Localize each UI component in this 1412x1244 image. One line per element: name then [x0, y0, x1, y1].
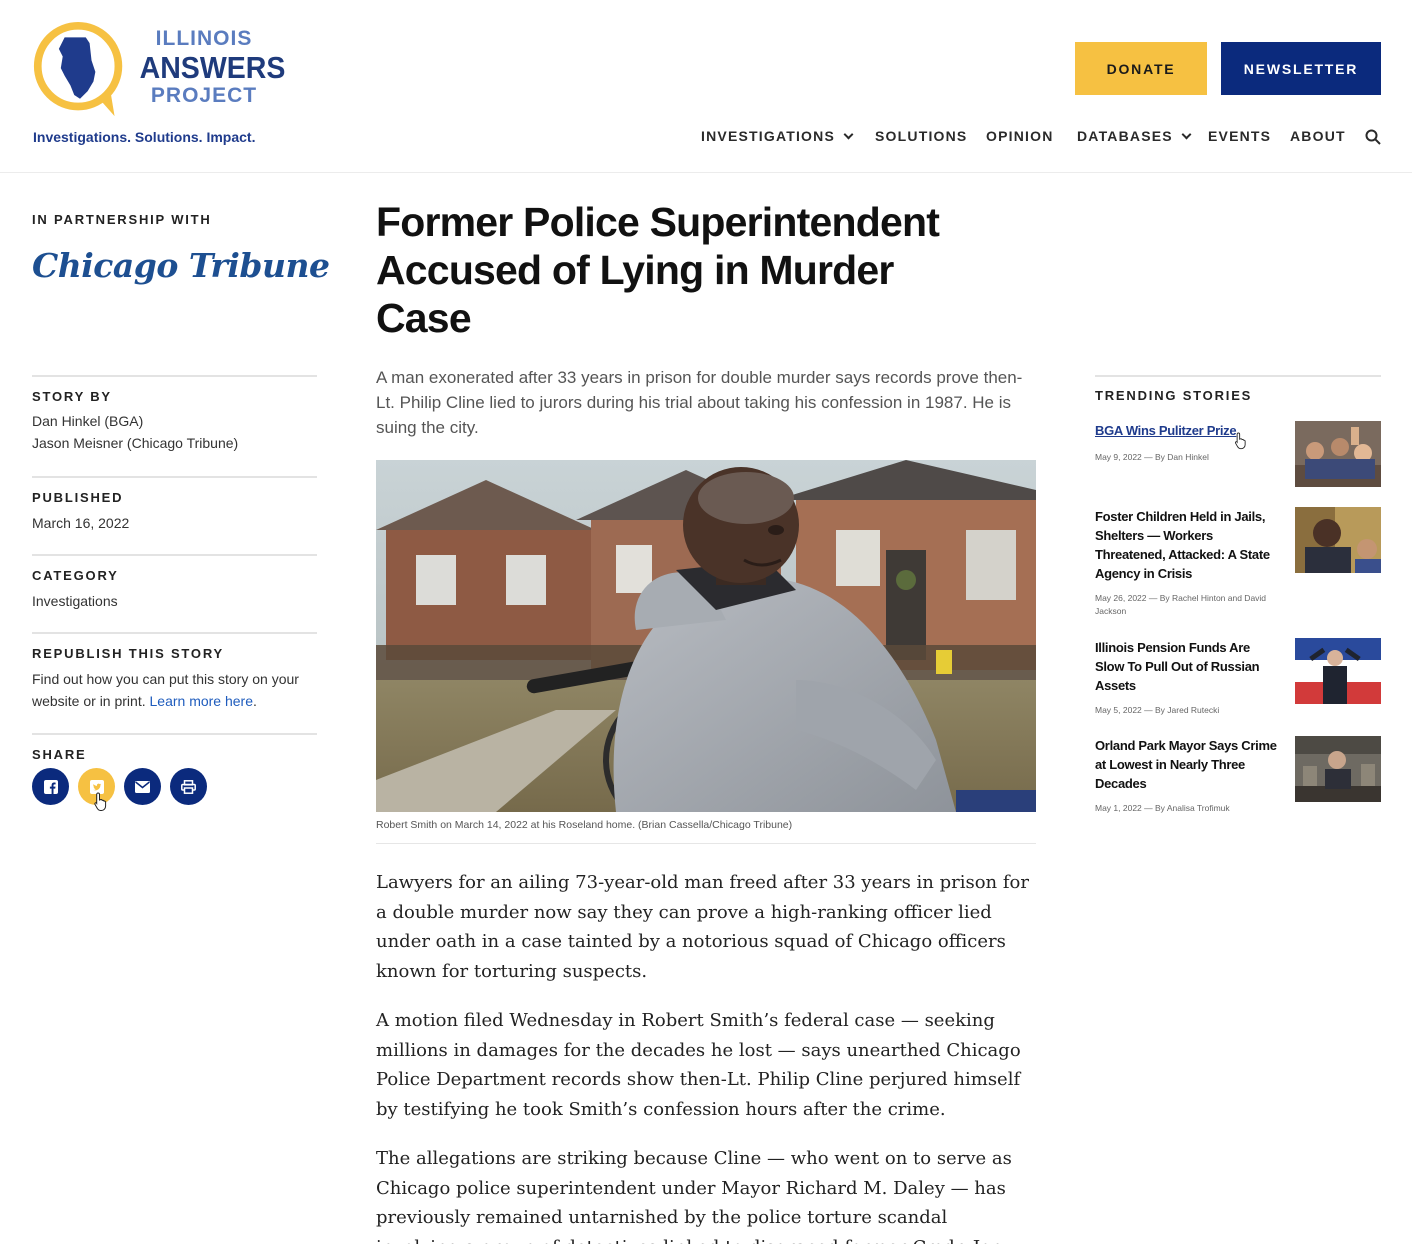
- author-name: Dan Hinkel (BGA): [32, 413, 144, 429]
- category-section: CATEGORY Investigations: [32, 554, 317, 612]
- author-name: Jason Meisner (Chicago Tribune): [32, 435, 239, 451]
- nav-label: EVENTS: [1208, 128, 1272, 144]
- article-dek: A man exonerated after 33 years in priso…: [376, 368, 1023, 437]
- nav-label: ABOUT: [1290, 128, 1346, 144]
- email-icon: [135, 780, 150, 793]
- share-section: SHARE: [32, 733, 317, 762]
- nav-about[interactable]: ABOUT: [1290, 128, 1346, 144]
- trending-item-title[interactable]: BGA Wins Pulitzer Prize: [1095, 421, 1281, 440]
- trending-stories: TRENDING STORIES BGA Wins Pulitzer Prize…: [1095, 375, 1381, 813]
- nav-label: OPINION: [986, 128, 1054, 144]
- email-share-button[interactable]: [124, 768, 161, 805]
- trending-item-thumbnail[interactable]: [1295, 736, 1381, 802]
- trending-item-title[interactable]: Illinois Pension Funds Are Slow To Pull …: [1095, 638, 1281, 695]
- photo-caption: Robert Smith on March 14, 2022 at his Ro…: [376, 819, 793, 831]
- thumbnail-image: [1295, 421, 1381, 487]
- thumbnail-image: [1295, 736, 1381, 802]
- partner-label: IN PARTNERSHIP WITH: [32, 212, 212, 227]
- logo-line-3: PROJECT: [150, 84, 258, 107]
- category-label: CATEGORY: [32, 568, 119, 583]
- nav-investigations[interactable]: INVESTIGATIONS: [701, 128, 854, 144]
- nav-label: INVESTIGATIONS: [701, 128, 835, 144]
- print-share-button[interactable]: [170, 768, 207, 805]
- logo-line-2: ANSWERS: [139, 50, 286, 85]
- newsletter-button[interactable]: NEWSLETTER: [1221, 42, 1381, 95]
- article-paragraph: Lawyers for an ailing 73-year-old man fr…: [376, 872, 1029, 982]
- hand-cursor-icon: [1235, 432, 1246, 450]
- republish-learn-more-link[interactable]: Learn more here: [150, 693, 254, 709]
- chevron-down-icon: [843, 129, 854, 139]
- article-body: Lawyers for an ailing 73-year-old man fr…: [376, 868, 1036, 1244]
- story-by-label: STORY BY: [32, 389, 112, 404]
- republish-period: .: [253, 693, 257, 709]
- trending-item-meta: May 5, 2022 — By Jared Rutecki: [1095, 705, 1220, 715]
- trending-item-meta: May 9, 2022 — By Dan Hinkel: [1095, 452, 1209, 462]
- hand-cursor-icon: [94, 792, 107, 811]
- search-icon[interactable]: [1365, 129, 1381, 145]
- facebook-share-button[interactable]: [32, 768, 69, 805]
- category-value[interactable]: Investigations: [32, 590, 317, 612]
- donate-button[interactable]: DONATE: [1075, 42, 1207, 95]
- published-section: PUBLISHED March 16, 2022: [32, 476, 317, 534]
- logo-wordmark: ILLINOIS ANSWERS PROJECT: [134, 26, 286, 109]
- nav-label: DATABASES: [1077, 128, 1173, 144]
- republish-section: REPUBLISH THIS STORY Find out how you ca…: [32, 632, 317, 712]
- thumbnail-image: [1295, 507, 1381, 573]
- chicago-tribune-logo[interactable]: Chicago Tribune: [32, 246, 330, 285]
- share-buttons: [32, 768, 207, 805]
- tagline: Investigations. Solutions. Impact.: [33, 129, 256, 145]
- article-paragraph: The allegations are striking because Cli…: [376, 1148, 1012, 1244]
- chevron-down-icon: [1181, 129, 1192, 139]
- article-hero-photo: [376, 460, 1036, 812]
- nav-opinion[interactable]: OPINION: [986, 128, 1054, 144]
- nav-solutions[interactable]: SOLUTIONS: [875, 128, 967, 144]
- print-icon: [181, 779, 196, 794]
- trending-item-thumbnail[interactable]: [1295, 638, 1381, 704]
- article-paragraph: A motion filed Wednesday in Robert Smith…: [376, 1010, 1021, 1120]
- logo-line-1: ILLINOIS: [155, 27, 253, 50]
- nav-label: SOLUTIONS: [875, 128, 968, 144]
- trending-item-thumbnail[interactable]: [1295, 507, 1381, 573]
- republish-label: REPUBLISH THIS STORY: [32, 646, 225, 661]
- illinois-logo-icon: [33, 22, 123, 117]
- photo-illustration: [376, 460, 1036, 812]
- story-by-section: STORY BY Dan Hinkel (BGA) Jason Meisner …: [32, 375, 317, 454]
- trending-item-meta: May 26, 2022 — By Rachel Hinton and Davi…: [1095, 593, 1267, 616]
- trending-item-title[interactable]: Foster Children Held in Jails, Shelters …: [1095, 507, 1281, 583]
- facebook-icon: [43, 779, 58, 794]
- site-logo[interactable]: ILLINOIS ANSWERS PROJECT: [30, 20, 285, 120]
- trending-item-meta: May 1, 2022 — By Analisa Trofimuk: [1095, 803, 1230, 813]
- site-header: ILLINOIS ANSWERS PROJECT Investigations.…: [0, 0, 1412, 173]
- trending-item-title[interactable]: Orland Park Mayor Says Crime at Lowest i…: [1095, 736, 1281, 793]
- published-date: March 16, 2022: [32, 515, 130, 531]
- nav-events[interactable]: EVENTS: [1208, 128, 1271, 144]
- thumbnail-image: [1295, 638, 1381, 704]
- share-label: SHARE: [32, 747, 87, 762]
- caption-divider: [376, 843, 1036, 844]
- published-label: PUBLISHED: [32, 490, 124, 505]
- article-headline: Former Police Superintendent Accused of …: [376, 199, 940, 341]
- trending-label: TRENDING STORIES: [1095, 388, 1253, 403]
- nav-databases[interactable]: DATABASES: [1077, 128, 1192, 144]
- trending-item-thumbnail[interactable]: [1295, 421, 1381, 487]
